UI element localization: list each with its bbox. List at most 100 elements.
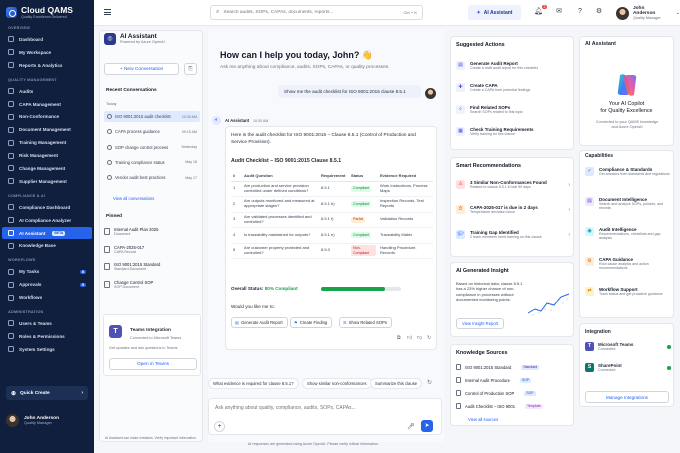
suggestion-chip[interactable]: Summarize this clause: [370, 378, 423, 389]
sidebar-item-workflows[interactable]: Workflows: [0, 291, 94, 304]
integration-item[interactable]: S SharePoint Connected: [585, 363, 671, 372]
suggested-action-item[interactable]: ⌕ Find Related SOPs Search SOPs related to…: [456, 105, 570, 114]
row-number: 3: [231, 212, 242, 228]
sidebar-item-supplier-management[interactable]: Supplier Management: [0, 175, 94, 188]
suggested-action-item[interactable]: ▤ Generate Audit Report Create a draft aud…: [456, 61, 570, 70]
app-logo[interactable]: Cloud QAMS Quality Excellence Delivered: [0, 0, 94, 19]
conversation-title: CAPA process guidance: [115, 129, 160, 135]
sidebar-item-my-workspace[interactable]: My Workspace: [0, 46, 94, 59]
sidebar-item-system-settings[interactable]: System Settings: [0, 343, 94, 356]
progress-fill: [321, 287, 385, 291]
sidebar-item-ai-assistant[interactable]: AI Assistant BETA: [2, 226, 92, 240]
pinned-type: CAPA Record: [114, 249, 136, 254]
create-finding-button[interactable]: ⚑ Create Finding: [290, 317, 333, 328]
conversation-item[interactable]: SOP change control process Yesterday: [104, 142, 200, 153]
thumbs-down-icon[interactable]: 👎︎: [417, 335, 422, 341]
recommendation-sub: Temperature deviation issue: [470, 210, 515, 214]
bell-icon[interactable]: 🔔︎: [534, 8, 543, 16]
suggestion-chip[interactable]: Show similar non-conformances: [302, 378, 372, 389]
topbar-user[interactable]: John Anderson Quality Manager ⌄: [616, 6, 680, 20]
sidebar-item-reports-analytics[interactable]: Reports & Analytics: [0, 59, 94, 72]
pinned-item[interactable]: ISO 9001:2015 Standard Standard Document: [104, 262, 200, 271]
menu-icon[interactable]: [104, 9, 111, 15]
suggested-action-item[interactable]: ✚ Create CAPA Create a CAPA from potential…: [456, 83, 570, 92]
sidebar-item-capa-management[interactable]: CAPA Management: [0, 98, 94, 111]
copilot-name-line1: Your AI Copilot: [608, 101, 645, 107]
sidebar-item-change-management[interactable]: Change Management: [0, 162, 94, 175]
new-conversation-button[interactable]: + New Conversation: [104, 63, 179, 75]
insight-chart-icon: [527, 293, 570, 316]
open-in-teams-button[interactable]: Open in Teams: [109, 358, 197, 370]
global-search[interactable]: ⌕ Ctrl + K: [210, 5, 423, 20]
conversation-item[interactable]: Vendor audit best practices May 17: [104, 172, 200, 183]
suggested-action-item[interactable]: ▦ Check Training Requirements Verify train…: [456, 127, 570, 136]
suggestion-chip[interactable]: What evidence is required for clause 8.5…: [208, 378, 299, 389]
search-input[interactable]: [223, 10, 400, 15]
recommendation-item[interactable]: ⚠ 3 Similar Non-Conformances Found Related…: [456, 180, 570, 189]
refresh-suggestions-icon[interactable]: ↻: [427, 379, 432, 386]
ai-assistant-button[interactable]: ✦ AI Assistant: [468, 5, 521, 20]
sidebar-item-dashboard[interactable]: Dashboard: [0, 33, 94, 46]
manage-integrations-button[interactable]: Manage Integrations: [585, 391, 669, 403]
ai-message-header: ◐ AI Assistant 10:30 AM: [212, 116, 268, 125]
view-all-conversations-link[interactable]: View all conversations: [113, 196, 154, 201]
chat-input[interactable]: [215, 405, 435, 415]
microphone-icon[interactable]: 🎤︎: [407, 423, 415, 430]
sidebar-item-knowledge-base[interactable]: Knowledge Base: [0, 239, 94, 252]
attach-plus-icon[interactable]: +: [214, 421, 225, 432]
chevron-down-icon: ⌄: [675, 10, 680, 16]
export-icon[interactable]: ⎘: [184, 63, 197, 75]
sidebar-item-document-management[interactable]: Document Management: [0, 123, 94, 136]
conversation-item[interactable]: ISO 9001:2015 audit checklist 10:30 AM: [104, 111, 200, 122]
sidebar-user[interactable]: John Anderson Quality Manager: [6, 414, 59, 427]
knowledge-source-item[interactable]: ISO 9001:2015 Standard Standard: [456, 364, 570, 370]
table-row: 3 Are validated processes identified and …: [231, 212, 433, 228]
nav-icon: [8, 152, 14, 159]
sidebar-item-ai-compliance-analyzer[interactable]: AI Compliance Analyzer: [0, 214, 94, 227]
pinned-item[interactable]: CAPA-2025-017 CAPA Record: [104, 245, 200, 254]
send-button[interactable]: ➤: [421, 420, 433, 432]
insight-title: AI Generated Insight: [456, 268, 509, 274]
view-insight-report-button[interactable]: View Insight Report: [456, 318, 505, 329]
pinned-item[interactable]: Internal Audit Plan 2025 Document: [104, 227, 200, 236]
thumbs-up-icon[interactable]: 👍︎: [407, 335, 412, 341]
nav-icon: [8, 36, 14, 43]
pinned-item[interactable]: Change Control SOP SOP Document: [104, 280, 200, 289]
status-cell: Partial: [349, 212, 378, 228]
sidebar-item-training-management[interactable]: Training Management: [0, 136, 94, 149]
conversation-item[interactable]: CAPA process guidance 09:15 AM: [104, 126, 200, 137]
sidebar-item-my-tasks[interactable]: My Tasks 8: [0, 265, 94, 278]
sidebar-item-non-conformance[interactable]: Non-Conformance: [0, 110, 94, 123]
quick-create-button[interactable]: ⊕ Quick Create ›: [6, 386, 88, 400]
integration-item[interactable]: T Microsoft Teams Connected: [585, 342, 671, 351]
sidebar-item-audits[interactable]: Audits: [0, 85, 94, 98]
nav-icon: [8, 49, 14, 56]
copy-icon[interactable]: ⧉: [397, 335, 401, 341]
knowledge-source-item[interactable]: Audit Checklist – ISO 9001 Template: [456, 403, 570, 409]
refresh-icon[interactable]: ↻: [427, 335, 431, 341]
requirement: 8.5.1: [319, 181, 349, 197]
view-all-sources-link[interactable]: View all sources: [468, 417, 498, 422]
show-related-sops-button[interactable]: ☰ Show Related SOPs: [339, 317, 392, 328]
gear-icon[interactable]: ⚙︎: [595, 8, 603, 16]
knowledge-source-item[interactable]: Internal Audit Procedure SOP: [456, 377, 570, 383]
overall-status: Overall Status: 80% Compliant: [231, 286, 298, 291]
recommendation-item[interactable]: ⏱ CAPA-2025-017 is due in 2 days Temperatu…: [456, 205, 570, 214]
teams-desc: Get updates and ask questions in Teams: [109, 346, 178, 350]
sidebar-item-risk-management[interactable]: Risk Management: [0, 149, 94, 162]
nav-icon: [8, 333, 14, 340]
sidebar-item-roles-permissions[interactable]: Roles & Permissions: [0, 330, 94, 343]
sidebar-item-compliance-dashboard[interactable]: Compliance Dashboard: [0, 201, 94, 214]
generate-audit-report-button[interactable]: ▤ Generate Audit Report: [231, 317, 288, 328]
recommendation-item[interactable]: 🎓︎ Training Gap Identified 2 team members …: [456, 230, 570, 239]
conversation-item[interactable]: Training compliance status May 18: [104, 157, 200, 168]
status-badge: Compliant: [351, 232, 372, 239]
document-icon: [456, 377, 461, 383]
sidebar-item-users-teams[interactable]: Users & Teams: [0, 317, 94, 330]
mail-icon[interactable]: ✉︎: [555, 8, 563, 16]
nav-section-title: WORKFLOWS: [8, 258, 36, 263]
knowledge-source-item[interactable]: Control of Production SOP SOP: [456, 390, 570, 396]
status-cell: Non-Compliant: [349, 243, 378, 259]
help-icon[interactable]: ?: [576, 8, 584, 16]
sidebar-item-approvals[interactable]: Approvals 5: [0, 278, 94, 291]
